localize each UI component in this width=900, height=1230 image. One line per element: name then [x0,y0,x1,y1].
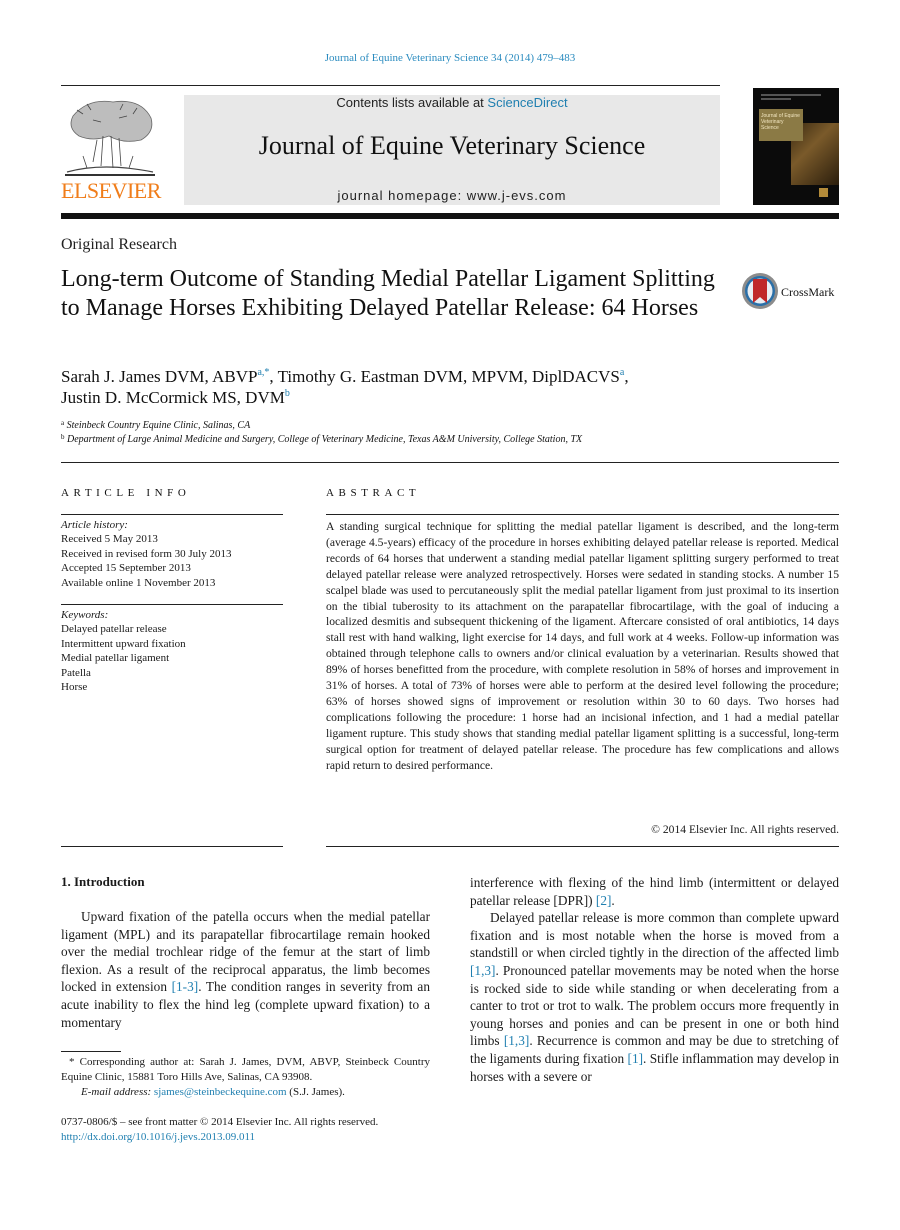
article-title: Long-term Outcome of Standing Medial Pat… [61,266,715,321]
reference-link[interactable]: [1-3] [172,979,199,994]
author-affiliation-marker[interactable]: a,* [257,367,269,378]
article-info-rule [61,846,283,847]
email-line: E-mail address: sjames@steinbeckequine.c… [61,1085,430,1100]
abstract-text: A standing surgical technique for splitt… [326,520,839,772]
issn-copyright: 0737-0806/$ – see front matter © 2014 El… [61,1116,379,1128]
footnote-rule [61,1051,121,1052]
article-history: Article history: Received 5 May 2013 Rec… [61,518,283,590]
author-name[interactable]: Timothy G. Eastman DVM, MPVM, DiplDACVS [278,367,620,386]
cover-title-text: Journal of Equine Veterinary Science [761,113,800,131]
journal-citation-link[interactable]: Journal of Equine Veterinary Science 34 … [0,52,900,64]
affiliation-text: Steinbeck Country Equine Clinic, Salinas… [66,420,251,431]
affiliation-text: Department of Large Animal Medicine and … [67,434,583,445]
keyword-item: Medial patellar ligament [61,652,170,665]
body-column-left: Upward fixation of the patella occurs wh… [61,908,430,1031]
body-paragraph: Delayed patellar release is more common … [470,909,839,1085]
history-item: Received 5 May 2013 [61,533,158,546]
affiliation-item: a Steinbeck Country Equine Clinic, Salin… [61,419,841,433]
author-name[interactable]: Justin D. McCormick MS, DVM [61,388,285,407]
abstract-rule [326,514,839,515]
crossmark-icon [742,273,778,309]
abstract-copyright: © 2014 Elsevier Inc. All rights reserved… [651,823,839,836]
article-info-heading: ARTICLE INFO [61,487,191,499]
article-info-rule [61,514,283,515]
sciencedirect-link[interactable]: ScienceDirect [487,95,567,110]
abstract-rule [326,846,839,847]
author-list: Sarah J. James DVM, ABVPa,*, Timothy G. … [61,366,761,408]
affiliation-key: a [61,419,65,427]
front-matter: 0737-0806/$ – see front matter © 2014 El… [61,1115,441,1145]
elsevier-wordmark: ELSEVIER [61,178,161,203]
contents-available-line: Contents lists available at ScienceDirec… [184,95,720,110]
crossmark-label: CrossMark [781,285,835,299]
footnote: * Corresponding author at: Sarah J. Jame… [61,1055,430,1100]
doi-link[interactable]: http://dx.doi.org/10.1016/j.jevs.2013.09… [61,1130,441,1145]
keyword-item: Horse [61,681,88,694]
keyword-item: Intermittent upward fixation [61,637,186,650]
cover-decoration [761,98,791,100]
abstract-heading: ABSTRACT [326,487,421,499]
keywords: Keywords: Delayed patellar release Inter… [61,608,283,694]
header-thick-rule [61,213,839,219]
body-column-right: interference with flexing of the hind li… [470,874,839,1085]
keywords-label: Keywords: [61,609,109,621]
article-type: Original Research [61,236,177,253]
reference-link[interactable]: [1] [628,1051,644,1066]
affiliation-item: b Department of Large Animal Medicine an… [61,433,841,447]
body-paragraph: Upward fixation of the patella occurs wh… [61,908,430,1031]
corresponding-author-note: * Corresponding author at: Sarah J. Jame… [61,1056,430,1083]
author-separator: , [269,367,278,386]
journal-banner: Contents lists available at ScienceDirec… [184,95,720,205]
journal-homepage-link[interactable]: journal homepage: www.j-evs.com [184,188,720,203]
body-text: interference with flexing of the hind li… [470,875,839,908]
keyword-item: Patella [61,666,91,679]
header-rule [61,85,720,86]
body-text: . [611,892,615,908]
article-history-label: Article history: [61,519,128,531]
body-text: Delayed patellar release is more common … [470,910,839,961]
article-info-rule [61,604,283,605]
cover-publisher-icon [819,188,828,197]
affiliations: a Steinbeck Country Equine Clinic, Salin… [61,419,841,447]
email-label: E-mail address: [81,1086,152,1098]
history-item: Available online 1 November 2013 [61,576,216,589]
elsevier-logo[interactable]: ELSEVIER [61,94,161,206]
author-name[interactable]: Sarah J. James DVM, ABVP [61,367,257,386]
affiliation-key: b [61,433,65,441]
keyword-item: Delayed patellar release [61,623,167,636]
reference-link[interactable]: [2] [596,893,612,908]
author-affiliation-marker[interactable]: b [285,388,290,399]
section-rule [61,462,839,463]
crossmark-button[interactable]: CrossMark [741,272,841,312]
email-link[interactable]: sjames@steinbeckequine.com [154,1086,287,1098]
reference-link[interactable]: [1,3] [504,1033,529,1048]
journal-title: Journal of Equine Veterinary Science [258,131,646,160]
email-suffix: (S.J. James). [286,1086,345,1098]
cover-decoration [761,94,821,96]
reference-link[interactable]: [1,3] [470,963,495,978]
history-item: Accepted 15 September 2013 [61,562,191,575]
history-item: Received in revised form 30 July 2013 [61,547,232,560]
contents-prefix: Contents lists available at [336,95,488,110]
journal-cover-image[interactable]: Journal of Equine Veterinary Science [753,88,839,205]
section-heading-introduction: 1. Introduction [61,874,145,889]
elsevier-tree-icon [65,100,155,176]
body-paragraph: interference with flexing of the hind li… [470,874,839,909]
author-separator: , [624,367,629,386]
